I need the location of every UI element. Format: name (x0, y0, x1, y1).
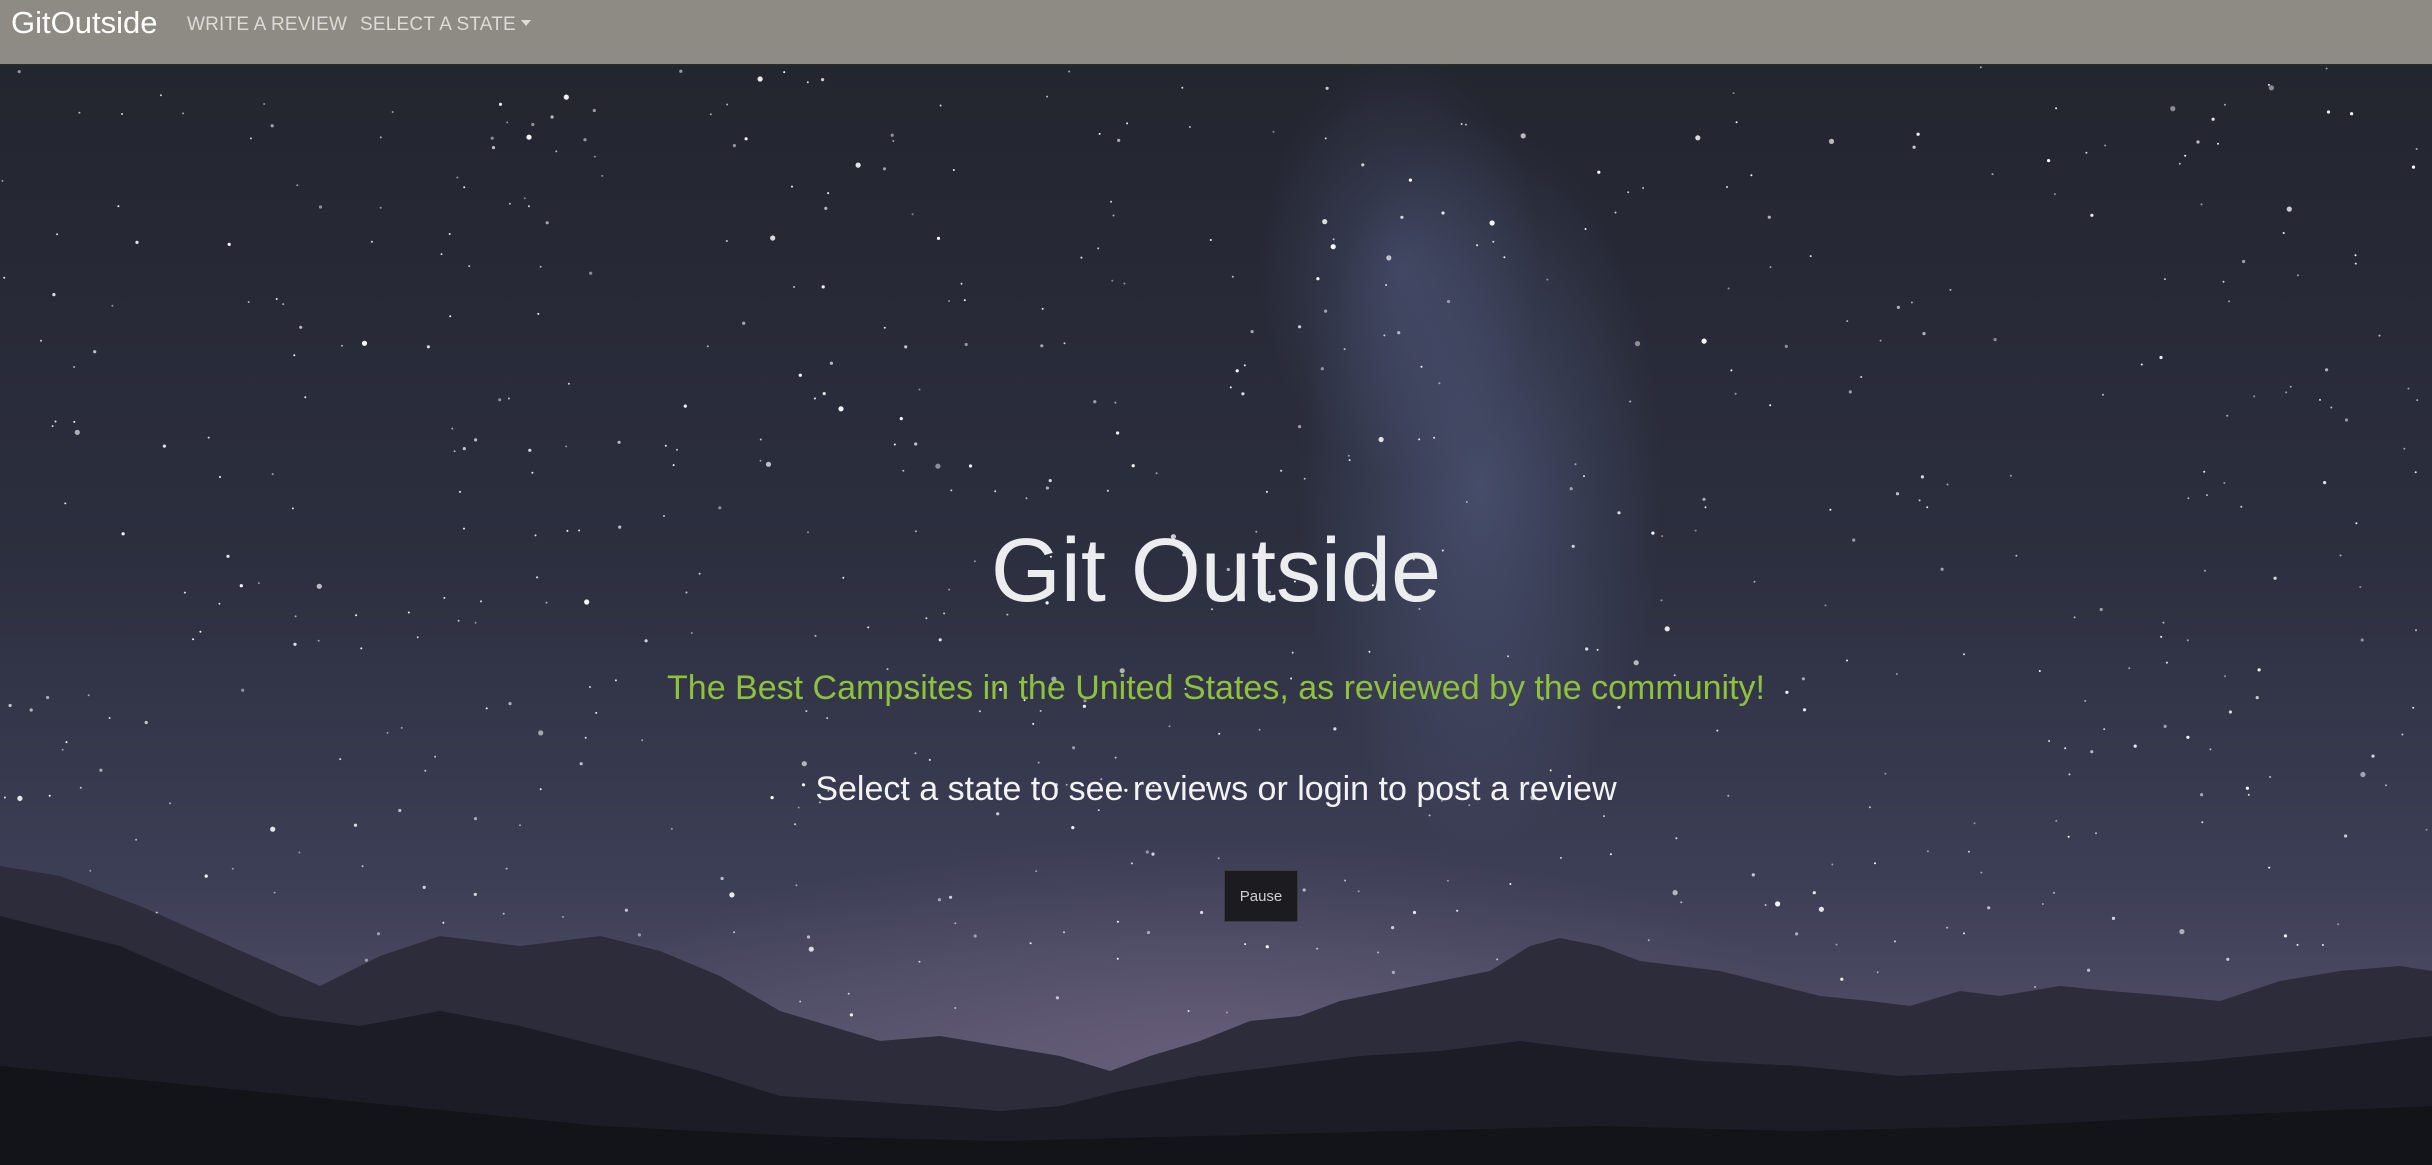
pause-video-button[interactable]: Pause (1224, 870, 1298, 922)
hero-instructions: Select a state to see reviews or login t… (815, 770, 1617, 808)
nav-select-state-label: SELECT A STATE (360, 14, 516, 35)
navbar: GitOutside WRITE A REVIEW SELECT A STATE (0, 0, 2432, 66)
nav-write-review[interactable]: WRITE A REVIEW (187, 14, 347, 36)
nav-select-state-dropdown[interactable]: SELECT A STATE (360, 14, 531, 36)
page: GitOutside WRITE A REVIEW SELECT A STATE… (0, 0, 2432, 1165)
hero-video-background: Git Outside The Best Campsites in the Un… (0, 66, 2432, 1165)
brand-link[interactable]: GitOutside (11, 5, 157, 41)
hero-tagline: The Best Campsites in the United States,… (667, 669, 1765, 707)
caret-down-icon (520, 19, 531, 26)
hero-title: Git Outside (990, 521, 1442, 621)
